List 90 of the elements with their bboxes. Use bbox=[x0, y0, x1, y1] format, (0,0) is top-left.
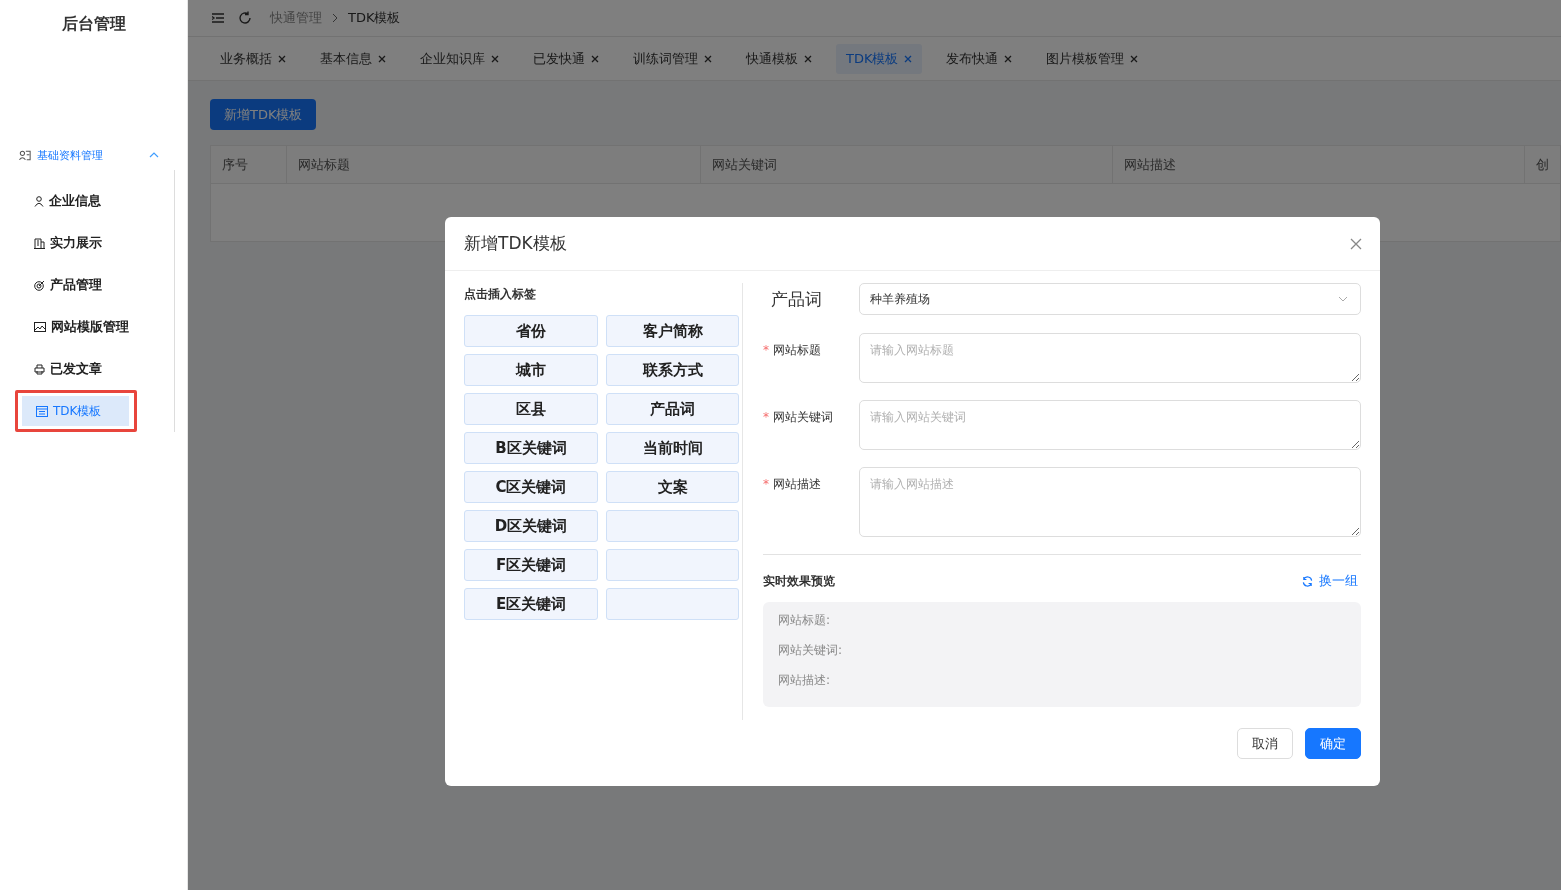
tab-label: 训练词管理 bbox=[633, 49, 698, 68]
tag-button[interactable]: C区关键词 bbox=[464, 471, 598, 503]
field-label: 产品词 bbox=[770, 287, 823, 311]
tab-label: 基本信息 bbox=[320, 49, 372, 68]
text-area[interactable]: 请输入网站关键词 bbox=[859, 400, 1361, 450]
close-icon[interactable] bbox=[378, 54, 386, 63]
close-icon[interactable] bbox=[804, 54, 812, 63]
breadcrumb-item: TDK模板 bbox=[348, 9, 401, 27]
tab-label: 企业知识库 bbox=[420, 49, 485, 68]
building-icon bbox=[34, 237, 45, 249]
close-icon[interactable] bbox=[704, 54, 712, 63]
tag-button[interactable]: 当前时间 bbox=[606, 432, 739, 464]
menu-item-label: 企业信息 bbox=[49, 192, 101, 210]
tab[interactable]: 快通模板 bbox=[736, 43, 822, 74]
chevron-icon bbox=[332, 13, 338, 23]
menu-item[interactable]: 产品管理 bbox=[18, 267, 134, 303]
image-icon bbox=[34, 322, 46, 332]
tag-button[interactable]: 客户简称 bbox=[606, 315, 739, 347]
close-icon[interactable] bbox=[1350, 237, 1362, 250]
person-icon bbox=[34, 195, 44, 207]
column-header: 网站描述 bbox=[1113, 146, 1525, 183]
target-icon bbox=[34, 279, 45, 291]
column-header: 创 bbox=[1535, 155, 1550, 174]
menu-item-label: 实力展示 bbox=[50, 234, 102, 252]
tab[interactable]: 企业知识库 bbox=[410, 43, 509, 74]
tab-label: 发布快通 bbox=[946, 49, 999, 68]
confirm-button[interactable]: 确定 bbox=[1305, 728, 1361, 759]
menu-icon[interactable] bbox=[212, 13, 224, 23]
field-label: * 网站描述 bbox=[763, 476, 822, 493]
close-icon[interactable] bbox=[491, 54, 499, 63]
people-icon bbox=[19, 149, 31, 161]
refresh-icon bbox=[1302, 575, 1313, 587]
close-icon[interactable] bbox=[1130, 54, 1139, 63]
document-icon bbox=[36, 405, 48, 417]
select-field[interactable]: 种羊养殖场 bbox=[859, 283, 1361, 315]
preview-line: 网站描述: bbox=[778, 672, 832, 689]
tab-label: 图片模板管理 bbox=[1046, 49, 1125, 68]
refresh-link[interactable]: 换一组 bbox=[1302, 572, 1358, 590]
tab[interactable]: 训练词管理 bbox=[623, 43, 722, 74]
tag-button[interactable]: 文案 bbox=[606, 471, 739, 503]
tab[interactable]: 发布快通 bbox=[936, 43, 1023, 74]
tab[interactable]: 业务概括 bbox=[210, 43, 296, 74]
menu-item[interactable]: 网站模版管理 bbox=[18, 309, 134, 345]
close-icon[interactable] bbox=[1004, 54, 1013, 63]
tag-button[interactable]: B区关键词 bbox=[464, 432, 598, 464]
menu-item[interactable]: 企业信息 bbox=[18, 183, 134, 219]
preview-line: 网站关键词: bbox=[778, 642, 844, 659]
menu-item[interactable]: 已发文章 bbox=[18, 351, 134, 387]
refresh-icon[interactable] bbox=[238, 11, 252, 25]
field-label: * 网站标题 bbox=[763, 342, 822, 359]
tab-label: 业务概括 bbox=[220, 49, 272, 68]
section-heading: 实时效果预览 bbox=[763, 572, 835, 590]
tab[interactable]: 图片模板管理 bbox=[1036, 43, 1149, 74]
menu-group[interactable]: 基础资料管理 bbox=[0, 140, 187, 170]
tag-button[interactable]: 省份 bbox=[464, 315, 598, 347]
close-icon[interactable] bbox=[278, 54, 286, 63]
tag-button[interactable]: 城市 bbox=[464, 354, 598, 386]
menu-item-label: 已发文章 bbox=[50, 360, 102, 378]
app-title: 后台管理 bbox=[60, 14, 127, 35]
field-label: * 网站关键词 bbox=[763, 409, 834, 426]
close-icon[interactable] bbox=[591, 54, 599, 63]
menu-item-label: 产品管理 bbox=[50, 276, 102, 294]
menu-item-label: TDK模板 bbox=[53, 402, 102, 420]
tab[interactable]: 基本信息 bbox=[310, 43, 396, 74]
menu-item-label: 网站模版管理 bbox=[51, 318, 129, 336]
text-area[interactable]: 请输入网站描述 bbox=[859, 467, 1361, 537]
dialog-title: 新增TDK模板 bbox=[464, 232, 567, 255]
tag-button[interactable]: F区关键词 bbox=[464, 549, 598, 581]
chevron-icon bbox=[149, 152, 159, 158]
text-area[interactable]: 请输入网站标题 bbox=[859, 333, 1361, 383]
menu-group-label: 基础资料管理 bbox=[37, 147, 104, 163]
column-header: 网站标题 bbox=[287, 146, 702, 183]
cancel-button[interactable]: 取消 bbox=[1237, 728, 1293, 759]
chevron-icon bbox=[1338, 296, 1348, 302]
tab-label: 快通模板 bbox=[746, 49, 798, 68]
preview-line: 网站标题: bbox=[778, 612, 832, 629]
column-header: 网站关键词 bbox=[701, 146, 1114, 183]
tab[interactable]: 已发快通 bbox=[523, 43, 609, 74]
tag-button[interactable]: 区县 bbox=[464, 393, 598, 425]
tab-label: 已发快通 bbox=[533, 49, 585, 68]
tag-button[interactable]: E区关键词 bbox=[464, 588, 598, 620]
printer-icon bbox=[34, 363, 45, 375]
tag-button[interactable]: 产品词 bbox=[606, 393, 739, 425]
tab-label: TDK模板 bbox=[846, 49, 899, 68]
tag-button[interactable]: 联系方式 bbox=[606, 354, 739, 386]
section-heading: 点击插入标签 bbox=[464, 286, 537, 303]
close-icon[interactable] bbox=[904, 54, 913, 63]
menu-item[interactable]: 实力展示 bbox=[18, 225, 134, 261]
column-header: 序号 bbox=[211, 146, 288, 183]
tag-button[interactable]: D区关键词 bbox=[464, 510, 598, 542]
